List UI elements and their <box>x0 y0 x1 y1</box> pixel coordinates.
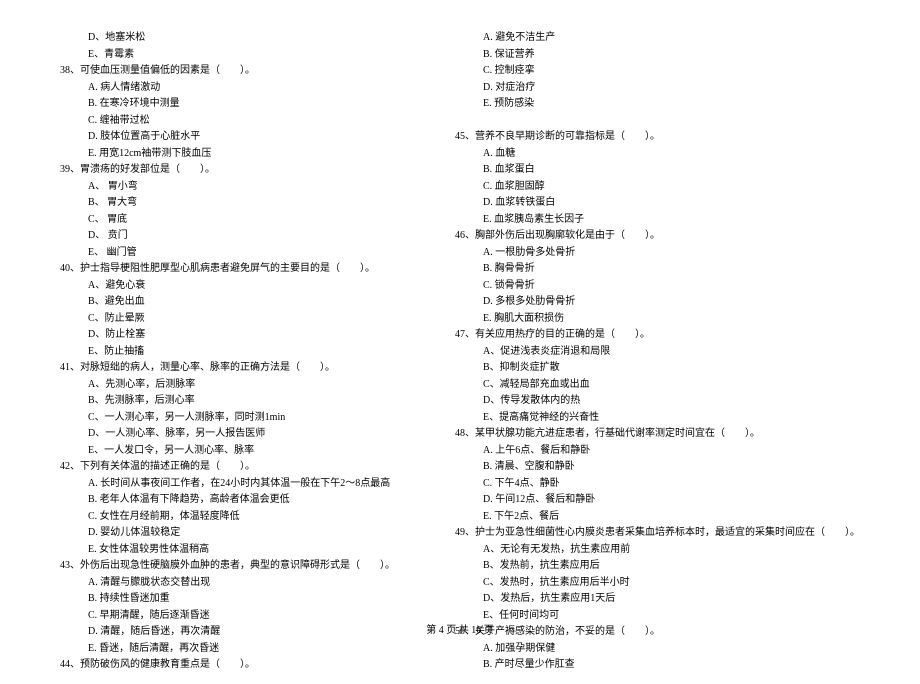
question-stem: 41、对脉短绌的病人，测量心率、脉率的正确方法是（ ）。 <box>60 360 415 377</box>
option-line: D. 午间12点、餐后和静卧 <box>455 492 860 509</box>
option-line: B. 血浆蛋白 <box>455 162 860 179</box>
option-line: B. 老年人体温有下降趋势，高龄者体温会更低 <box>60 492 415 509</box>
question-stem: 42、下列有关体温的描述正确的是（ ）。 <box>60 459 415 476</box>
option-line: A. 避免不洁生产 <box>455 30 860 47</box>
option-line: A、无论有无发热，抗生素应用前 <box>455 542 860 559</box>
option-line: E. 胸肌大面积损伤 <box>455 311 860 328</box>
option-line: C. 女性在月经前期，体温轻度降低 <box>60 509 415 526</box>
option-line: B、避免出血 <box>60 294 415 311</box>
page-content: D、地塞米松E、青霉素38、可使血压测量值偏低的因素是（ ）。A. 病人情绪激动… <box>0 0 920 684</box>
question-stem: 45、营养不良早期诊断的可靠指标是（ ）。 <box>455 129 860 146</box>
question-stem: 49、护士为亚急性细菌性心内膜炎患者采集血培养标本时，最适宜的采集时间应在（ ）… <box>455 525 860 542</box>
option-line: A、避免心衰 <box>60 278 415 295</box>
option-line: C. 控制痉挛 <box>455 63 860 80</box>
option-line: A、先测心率，后测脉率 <box>60 377 415 394</box>
option-line: B. 保证营养 <box>455 47 860 64</box>
question-stem: 47、有关应用热疗的目的正确的是（ ）。 <box>455 327 860 344</box>
option-line: B、发热前，抗生素应用后 <box>455 558 860 575</box>
option-line: B、先测脉率，后测心率 <box>60 393 415 410</box>
option-line: B. 清晨、空腹和静卧 <box>455 459 860 476</box>
option-line: A. 一根肋骨多处骨折 <box>455 245 860 262</box>
option-line: E、防止抽搐 <box>60 344 415 361</box>
option-line: C、发热时，抗生素应用后半小时 <box>455 575 860 592</box>
option-line: C. 锁骨骨折 <box>455 278 860 295</box>
option-line: C. 缠袖带过松 <box>60 113 415 130</box>
option-line: E、 幽门管 <box>60 245 415 262</box>
option-line: A、促进浅表炎症消退和局限 <box>455 344 860 361</box>
question-stem <box>455 113 860 130</box>
option-line: E、青霉素 <box>60 47 415 64</box>
option-line: D、地塞米松 <box>60 30 415 47</box>
option-line: E. 女性体温较男性体温稍高 <box>60 542 415 559</box>
option-line: B. 在寒冷环境中测量 <box>60 96 415 113</box>
option-line: A. 病人情绪激动 <box>60 80 415 97</box>
question-stem: 39、胃溃疡的好发部位是（ ）。 <box>60 162 415 179</box>
option-line: D、防止栓塞 <box>60 327 415 344</box>
option-line: D. 对症治疗 <box>455 80 860 97</box>
option-line: B. 产时尽量少作肛查 <box>455 657 860 674</box>
option-line: D. 婴幼儿体温较稳定 <box>60 525 415 542</box>
option-line: B、抑制炎症扩散 <box>455 360 860 377</box>
option-line: E. 血浆胰岛素生长因子 <box>455 212 860 229</box>
option-line: A. 加强孕期保健 <box>455 641 860 658</box>
option-line: D、传导发散体内的热 <box>455 393 860 410</box>
option-line: A、 胃小弯 <box>60 179 415 196</box>
option-line: E. 用宽12cm袖带测下肢血压 <box>60 146 415 163</box>
option-line: C. 血浆胆固醇 <box>455 179 860 196</box>
option-line: C. 下午4点、静卧 <box>455 476 860 493</box>
left-column: D、地塞米松E、青霉素38、可使血压测量值偏低的因素是（ ）。A. 病人情绪激动… <box>60 30 415 674</box>
option-line: B、 胃大弯 <box>60 195 415 212</box>
option-line: E、一人发口令，另一人测心率、脉率 <box>60 443 415 460</box>
page-footer: 第 4 页 共 16 页 <box>0 621 920 636</box>
question-stem: 40、护士指导梗阻性肥厚型心肌病患者避免屏气的主要目的是（ ）。 <box>60 261 415 278</box>
option-line: D、发热后，抗生素应用1天后 <box>455 591 860 608</box>
option-line: D. 肢体位置高于心脏水平 <box>60 129 415 146</box>
option-line: E. 预防感染 <box>455 96 860 113</box>
right-column: A. 避免不洁生产B. 保证营养C. 控制痉挛D. 对症治疗E. 预防感染 45… <box>455 30 860 674</box>
option-line: A. 长时间从事夜间工作者，在24小时内其体温一般在下午2～8点最高 <box>60 476 415 493</box>
question-stem: 48、某甲状腺功能亢进症患者，行基础代谢率测定时间宜在（ ）。 <box>455 426 860 443</box>
option-line: A. 血糖 <box>455 146 860 163</box>
question-stem: 46、胸部外伤后出现胸廓软化是由于（ ）。 <box>455 228 860 245</box>
question-stem: 44、预防破伤风的健康教育重点是（ ）。 <box>60 657 415 674</box>
option-line: D. 血浆转铁蛋白 <box>455 195 860 212</box>
option-line: D. 多根多处肋骨骨折 <box>455 294 860 311</box>
option-line: E. 下午2点、餐后 <box>455 509 860 526</box>
option-line: C、 胃底 <box>60 212 415 229</box>
option-line: C、防止晕厥 <box>60 311 415 328</box>
option-line: C、一人测心率，另一人测脉率，同时测1min <box>60 410 415 427</box>
question-stem: 43、外伤后出现急性硬脑膜外血肿的患者，典型的意识障碍形式是（ ）。 <box>60 558 415 575</box>
option-line: B. 胸骨骨折 <box>455 261 860 278</box>
option-line: E、提高痛觉神经的兴奋性 <box>455 410 860 427</box>
option-line: B. 持续性昏迷加重 <box>60 591 415 608</box>
option-line: A. 清醒与朦胧状态交替出现 <box>60 575 415 592</box>
option-line: D、一人测心率、脉率，另一人报告医师 <box>60 426 415 443</box>
option-line: E. 昏迷，随后清醒，再次昏迷 <box>60 641 415 658</box>
question-stem: 38、可使血压测量值偏低的因素是（ ）。 <box>60 63 415 80</box>
option-line: D、 贲门 <box>60 228 415 245</box>
option-line: C、减轻局部充血或出血 <box>455 377 860 394</box>
option-line: A. 上午6点、餐后和静卧 <box>455 443 860 460</box>
